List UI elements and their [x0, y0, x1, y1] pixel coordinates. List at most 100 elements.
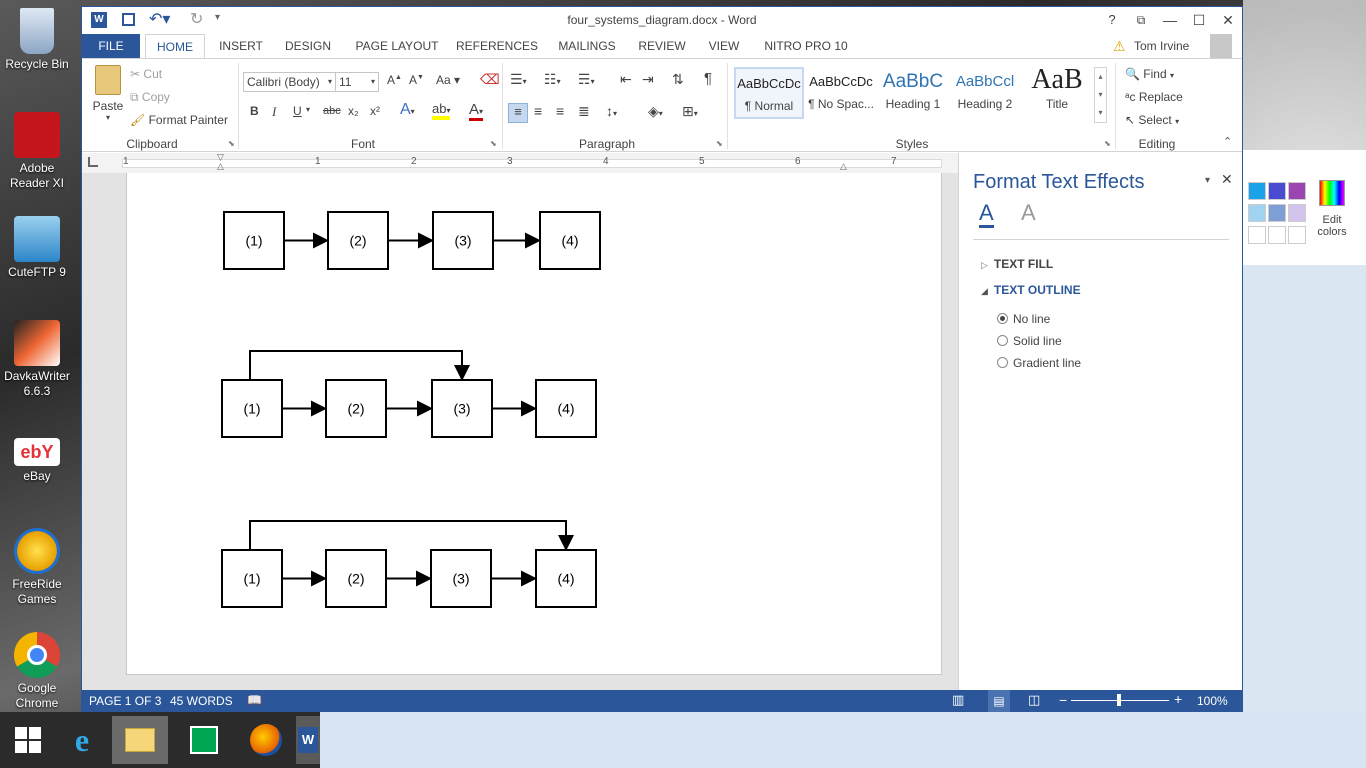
- align-right-icon[interactable]: ≡: [556, 103, 564, 119]
- underline-button[interactable]: U: [293, 104, 302, 118]
- system-box-label[interactable]: (3): [454, 233, 471, 249]
- system-box-label[interactable]: (1): [243, 571, 260, 587]
- system-box-label[interactable]: (2): [347, 401, 364, 417]
- style-heading-1[interactable]: AaBbC Heading 1: [878, 67, 948, 119]
- line-spacing-icon[interactable]: ↕▾: [606, 103, 617, 119]
- right-indent-marker-icon[interactable]: △: [840, 161, 847, 172]
- close-button[interactable]: ✕: [1214, 9, 1242, 31]
- option-no-line[interactable]: No line: [997, 311, 1197, 329]
- subscript-button[interactable]: x₂: [348, 104, 359, 118]
- paragraph-launcher-icon[interactable]: ⬊: [716, 139, 723, 148]
- increase-indent-icon[interactable]: ⇥: [642, 71, 654, 88]
- word-count[interactable]: 45 WORDS: [170, 694, 233, 708]
- system-box-label[interactable]: (4): [561, 233, 578, 249]
- avatar[interactable]: [1210, 34, 1232, 58]
- desktop-icon-davkawriter[interactable]: DavkaWriter 6.6.3: [4, 320, 70, 399]
- desktop-icon-cuteftp[interactable]: CuteFTP 9: [4, 216, 70, 280]
- zoom-in-button[interactable]: +: [1174, 691, 1182, 707]
- page-count[interactable]: PAGE 1 OF 3: [89, 694, 161, 708]
- underline-chevron-icon[interactable]: ▾: [306, 105, 310, 114]
- radio-gradient-line[interactable]: [997, 357, 1008, 368]
- radio-solid-line[interactable]: [997, 335, 1008, 346]
- bypass-arrow[interactable]: [249, 350, 470, 381]
- font-launcher-icon[interactable]: ⬊: [490, 139, 497, 148]
- align-left-icon[interactable]: ≡: [508, 103, 528, 123]
- show-paragraph-marks-button[interactable]: ¶: [704, 70, 712, 87]
- text-fill-outline-tab-icon[interactable]: A: [979, 201, 994, 228]
- option-solid-line[interactable]: Solid line: [997, 333, 1197, 351]
- tab-view[interactable]: VIEW: [702, 34, 746, 59]
- horizontal-ruler[interactable]: 1 1 2 3 4 5 6 7 ▽ △ △: [82, 153, 958, 173]
- option-gradient-line[interactable]: Gradient line: [997, 355, 1197, 373]
- shading-icon[interactable]: ◈▾: [648, 103, 663, 120]
- desktop-icon-ebay[interactable]: ebY eBay: [4, 438, 70, 484]
- print-layout-icon[interactable]: ▤: [988, 690, 1010, 712]
- styles-scroll[interactable]: ▴ ▾ ▾: [1094, 67, 1107, 123]
- bold-button[interactable]: B: [250, 104, 259, 118]
- radio-no-line[interactable]: [997, 313, 1008, 324]
- font-size-select[interactable]: 11 ▾: [335, 72, 379, 92]
- paste-button[interactable]: Paste ▾: [90, 65, 126, 131]
- text-effects-tab-icon[interactable]: A: [1021, 201, 1036, 225]
- shrink-font-icon[interactable]: A▼: [409, 73, 424, 87]
- start-button[interactable]: [0, 716, 56, 764]
- numbering-icon[interactable]: ☷▾: [544, 71, 561, 88]
- decrease-indent-icon[interactable]: ⇤: [620, 71, 632, 88]
- taskbar-word[interactable]: W: [296, 716, 320, 764]
- bullets-icon[interactable]: ☰▾: [510, 71, 527, 88]
- minimize-button[interactable]: —: [1156, 9, 1184, 31]
- collapse-ribbon-icon[interactable]: ⌃: [1223, 135, 1232, 148]
- tab-home[interactable]: HOME: [145, 34, 205, 59]
- tab-selector-icon[interactable]: [88, 157, 98, 167]
- desktop-icon-google-chrome[interactable]: Google Chrome: [4, 632, 70, 711]
- system-box-label[interactable]: (4): [557, 571, 574, 587]
- tab-design[interactable]: DESIGN: [279, 34, 337, 59]
- system-box-label[interactable]: (2): [347, 571, 364, 587]
- system-box-label[interactable]: (3): [452, 571, 469, 587]
- user-name[interactable]: Tom Irvine: [1134, 39, 1189, 53]
- indent-marker-icon[interactable]: ▽ △: [217, 153, 224, 171]
- strikethrough-button[interactable]: abc: [323, 105, 341, 117]
- justify-icon[interactable]: ≣: [578, 103, 590, 120]
- pane-close-button[interactable]: ✕: [1221, 171, 1233, 188]
- system-box-label[interactable]: (2): [349, 233, 366, 249]
- borders-icon[interactable]: ⊞▾: [682, 103, 698, 120]
- replace-button[interactable]: ᵃc Replace: [1125, 90, 1183, 104]
- align-center-icon[interactable]: ≡: [534, 103, 542, 119]
- text-effects-icon[interactable]: A▾: [400, 101, 415, 119]
- pane-options-chevron-icon[interactable]: ▾: [1205, 175, 1210, 186]
- tab-nitro-pro[interactable]: NITRO PRO 10: [758, 34, 854, 59]
- zoom-slider-thumb[interactable]: [1117, 694, 1121, 706]
- find-button[interactable]: 🔍 Find ▾: [1125, 67, 1174, 81]
- zoom-out-button[interactable]: −: [1059, 692, 1067, 708]
- font-name-select[interactable]: Calibri (Body) ▾: [243, 72, 336, 92]
- styles-launcher-icon[interactable]: ⬊: [1104, 139, 1111, 148]
- style-normal[interactable]: AaBbCcDc ¶ Normal: [734, 67, 804, 119]
- style-title[interactable]: AaB Title: [1022, 67, 1092, 119]
- copy-button[interactable]: ⧉ Copy: [130, 90, 170, 105]
- tab-mailings[interactable]: MAILINGS: [550, 34, 624, 59]
- tab-file[interactable]: FILE: [82, 34, 140, 59]
- taskbar-firefox[interactable]: [238, 716, 294, 764]
- read-mode-icon[interactable]: ▥: [952, 692, 964, 708]
- document-page[interactable]: (1) (2) (3) (4) (1) (2) (3) (4) (1) (2) (3) (4): [126, 173, 942, 675]
- style-no-spacing[interactable]: AaBbCcDc ¶ No Spac...: [806, 67, 876, 119]
- clipboard-launcher-icon[interactable]: ⬊: [228, 139, 235, 148]
- bypass-arrow[interactable]: [249, 520, 574, 551]
- tab-review[interactable]: REVIEW: [634, 34, 690, 59]
- highlight-icon[interactable]: ab▾: [432, 101, 451, 120]
- zoom-slider[interactable]: [1071, 694, 1169, 706]
- sort-icon[interactable]: ⇅: [672, 71, 684, 88]
- select-button[interactable]: ↖ Select ▾: [1125, 113, 1179, 127]
- format-painter-button[interactable]: 🖌 Format Painter: [130, 113, 228, 127]
- tab-insert[interactable]: INSERT: [215, 34, 267, 59]
- edit-colors-button[interactable]: Edit colors: [1307, 180, 1357, 238]
- system-box-label[interactable]: (1): [245, 233, 262, 249]
- tab-references[interactable]: REFERENCES: [456, 34, 538, 59]
- text-fill-section[interactable]: ▷ TEXT FILL: [981, 257, 1053, 271]
- clear-formatting-icon[interactable]: ⌫: [480, 71, 500, 88]
- web-layout-icon[interactable]: ◫: [1028, 692, 1040, 708]
- zoom-level[interactable]: 100%: [1197, 694, 1228, 708]
- grow-font-icon[interactable]: A▲: [387, 73, 402, 87]
- system-box-label[interactable]: (4): [557, 401, 574, 417]
